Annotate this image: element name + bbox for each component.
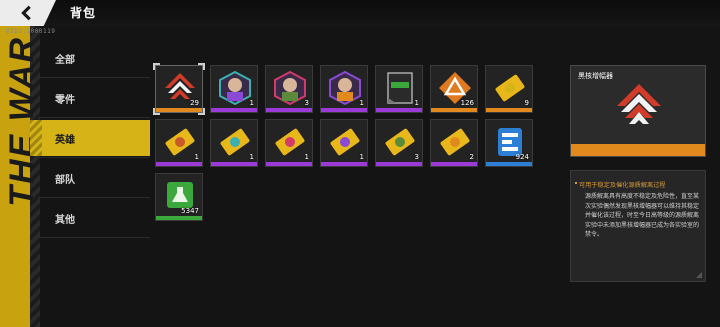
rarity-bar: [571, 144, 705, 156]
rarity-stripe: [211, 162, 257, 166]
nav-item-label: 部队: [55, 174, 75, 186]
rarity-stripe: [266, 162, 312, 166]
item-quantity: 3: [414, 153, 419, 161]
active-highlight: [30, 120, 150, 156]
item-detail-card: 黑核增幅器: [570, 65, 706, 157]
page-title: 背包: [70, 6, 97, 20]
rarity-stripe: [431, 162, 477, 166]
rarity-stripe: [266, 108, 312, 112]
item-quantity: 2: [469, 153, 474, 161]
inventory-slot[interactable]: 1: [265, 119, 313, 167]
gold-ticket-icon: [272, 124, 308, 160]
item-quantity: 3: [304, 99, 309, 107]
item-quantity: 1: [249, 99, 254, 107]
inventory-slot[interactable]: 1: [155, 119, 203, 167]
item-quantity: 1: [249, 153, 254, 161]
item-usage: 可用于稳定及催化源质解离过程: [579, 182, 666, 189]
inventory-slot[interactable]: 1: [375, 65, 423, 113]
item-name: 黑核增幅器: [578, 72, 613, 80]
nav-item-heroes[interactable]: 英雄: [30, 118, 150, 158]
nav-item-label: 零件: [55, 94, 75, 106]
gold-ticket-icon: [437, 124, 473, 160]
rarity-stripe: [431, 108, 477, 112]
rarity-stripe: [486, 108, 532, 112]
hero-portrait-icon: [217, 70, 253, 106]
item-quantity: 924: [515, 153, 529, 161]
inventory-slot[interactable]: 1: [210, 119, 258, 167]
hero-portrait-icon: [272, 70, 308, 106]
back-button[interactable]: [0, 0, 56, 26]
top-bar: 背包: [0, 0, 720, 26]
inventory-slot[interactable]: 29: [153, 63, 205, 115]
back-arrow-icon: [21, 5, 31, 21]
item-quantity: 1: [304, 153, 309, 161]
item-quantity: 1: [359, 99, 364, 107]
inventory-slot[interactable]: 1: [320, 65, 368, 113]
inventory-slot[interactable]: 5347: [155, 173, 203, 221]
item-quantity: 1: [194, 153, 199, 161]
gold-ticket-icon: [492, 70, 528, 106]
inventory-slot[interactable]: 1: [320, 119, 368, 167]
item-quantity: 1: [359, 153, 364, 161]
rarity-stripe: [321, 162, 367, 166]
inventory-slot[interactable]: 126: [430, 65, 478, 113]
rarity-stripe: [321, 108, 367, 112]
corner-decoration: [696, 272, 702, 278]
item-quantity: 126: [460, 99, 474, 107]
upgrade-chevron-icon: [617, 84, 661, 124]
inventory-slot[interactable]: 9: [485, 65, 533, 113]
inventory-slot[interactable]: 2: [430, 119, 478, 167]
rarity-stripe: [376, 108, 422, 112]
item-quantity: 29: [190, 99, 199, 107]
selection-corner: [153, 63, 160, 70]
hero-portrait-icon: [327, 70, 363, 106]
item-quantity: 5347: [181, 207, 199, 215]
nav-item-all[interactable]: 全部: [30, 38, 150, 78]
item-quantity: 9: [524, 99, 529, 107]
gold-ticket-icon: [162, 124, 198, 160]
item-lore: 源质解离具有高度不稳定及危险性，直至某次实验偶然发现黑核增幅器可以维持其稳定并催…: [585, 193, 700, 238]
rarity-stripe: [156, 216, 202, 220]
item-quantity: 1: [414, 99, 419, 107]
rarity-stripe: [156, 162, 202, 166]
bullet-marker: [575, 182, 577, 184]
selection-corner: [153, 108, 160, 115]
rarity-stripe: [376, 162, 422, 166]
nav-item-label: 其他: [55, 214, 75, 226]
nav-item-label: 英雄: [55, 134, 75, 146]
rarity-stripe: [211, 108, 257, 112]
inventory-grid: 29 1 3 1 1 126 9 1 1 1 1 3 2 924 5347: [153, 63, 555, 221]
inventory-slot[interactable]: 3: [265, 65, 313, 113]
inventory-slot[interactable]: 924: [485, 119, 533, 167]
rarity-stripe: [156, 108, 202, 112]
nav-item-other[interactable]: 其他: [30, 198, 150, 238]
gold-ticket-icon: [217, 124, 253, 160]
nav-item-label: 全部: [55, 54, 75, 66]
gold-ticket-icon: [327, 124, 363, 160]
category-nav: 全部 零件 英雄 部队 其他: [30, 38, 150, 238]
item-description-panel: 可用于稳定及催化源质解离过程 源质解离具有高度不稳定及危险性，直至某次实验偶然发…: [570, 170, 706, 282]
inventory-slot[interactable]: 3: [375, 119, 423, 167]
weapon-card-icon: [382, 70, 418, 106]
selection-corner: [198, 63, 205, 70]
inventory-slot[interactable]: 1: [210, 65, 258, 113]
gold-ticket-icon: [382, 124, 418, 160]
rarity-stripe: [486, 162, 532, 166]
user-id-label: UID2:1000119: [6, 28, 56, 35]
selection-corner: [198, 108, 205, 115]
nav-item-parts[interactable]: 零件: [30, 78, 150, 118]
nav-item-troops[interactable]: 部队: [30, 158, 150, 198]
